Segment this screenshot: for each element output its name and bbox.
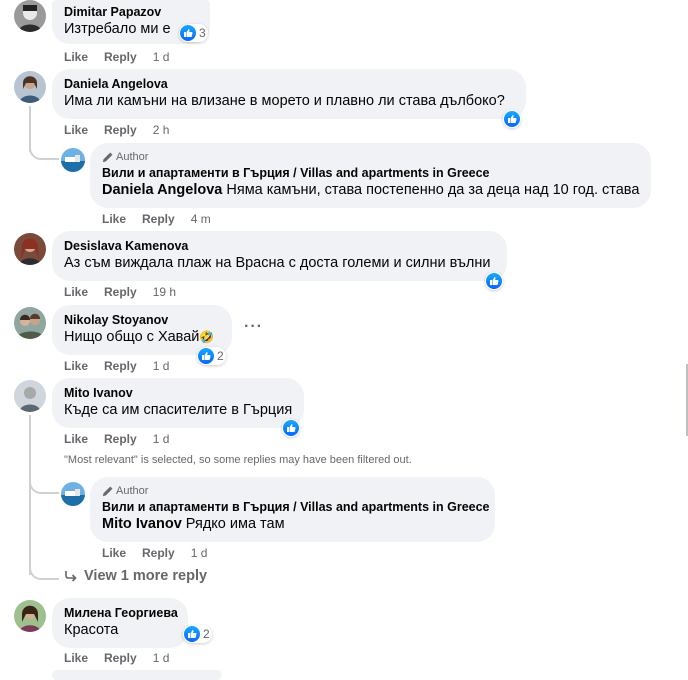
comment-text: Аз съм виждала плаж на Врасна с доста го…	[64, 255, 491, 271]
like-button[interactable]: Like	[64, 432, 88, 446]
reply-text-body: Няма камъни, става постепенно да за деца…	[226, 182, 640, 198]
author-badge-label: Author	[116, 485, 149, 497]
thread-connector	[29, 474, 59, 494]
like-button[interactable]: Like	[64, 651, 88, 665]
comment-timestamp[interactable]: 1 d	[153, 50, 170, 64]
mention-link[interactable]: Daniela Angelova	[102, 182, 222, 198]
like-icon	[184, 626, 200, 642]
comment-text: Нищо общо с Хавай🤣	[64, 328, 220, 347]
reply-timestamp[interactable]: 1 d	[191, 546, 208, 560]
reaction-badge[interactable]	[282, 419, 300, 437]
page-avatar[interactable]	[61, 482, 85, 506]
like-button[interactable]: Like	[64, 123, 88, 137]
reaction-badge[interactable]	[503, 110, 521, 128]
pencil-icon	[102, 152, 113, 162]
reply-bubble: Author Вили и апартаменти в Гърция / Vil…	[90, 143, 651, 208]
comment-text: Къде са им спасителите в Гърция	[64, 402, 293, 418]
reply-button[interactable]: Reply	[104, 285, 137, 299]
reaction-count[interactable]: 2	[183, 625, 212, 643]
comment-actions: Like Reply 2 h	[64, 123, 169, 137]
reply-author-name[interactable]: Вили и апартаменти в Гърция / Villas and…	[102, 499, 490, 515]
like-button[interactable]: Like	[64, 359, 88, 373]
reaction-count[interactable]: 2	[197, 347, 226, 365]
reply-button[interactable]: Reply	[104, 651, 137, 665]
avatar[interactable]	[14, 71, 46, 103]
comment-text: Красота	[64, 622, 119, 638]
reply-actions: Like Reply 1 d	[102, 546, 207, 560]
reply-author-name[interactable]: Вили и апартаменти в Гърция / Villas and…	[102, 165, 639, 181]
reply-bubble: Author Вили и апартаменти в Гърция / Vil…	[90, 477, 495, 542]
comment-actions: Like Reply 1 d	[64, 50, 169, 64]
reply-button[interactable]: Reply	[104, 123, 137, 137]
like-button[interactable]: Like	[64, 50, 88, 64]
reply-text: Mito Ivanov Рядко има там	[102, 515, 483, 534]
reply-text: Daniela Angelova Няма камъни, става пост…	[102, 181, 639, 200]
like-icon	[180, 25, 196, 41]
mention-link[interactable]: Mito Ivanov	[102, 516, 182, 532]
avatar[interactable]	[14, 380, 46, 412]
comment-bubble: Mito Ivanov Къде са им спасителите в Гър…	[52, 378, 304, 428]
reply-button[interactable]: Reply	[104, 50, 137, 64]
avatar[interactable]	[14, 600, 46, 632]
comment-author-name[interactable]: Nikolay Stoyanov	[64, 312, 220, 328]
thread-line	[29, 415, 31, 575]
avatar[interactable]	[14, 233, 46, 265]
author-badge: Author	[102, 484, 483, 498]
filter-notice: "Most relevant" is selected, so some rep…	[64, 454, 412, 466]
comment-actions: Like Reply 1 d	[64, 359, 169, 373]
comment-actions: Like Reply 1 d	[64, 432, 169, 446]
page-avatar[interactable]	[61, 148, 85, 172]
comment-timestamp[interactable]: 1 d	[153, 359, 170, 373]
rofl-emoji: 🤣	[199, 330, 215, 344]
comment-author-name[interactable]: Милена Георгиева	[64, 605, 178, 621]
like-button[interactable]: Like	[102, 212, 126, 226]
reply-actions: Like Reply 4 m	[102, 212, 211, 226]
comment-author-name[interactable]: Dimitar Papazov	[64, 4, 198, 20]
view-more-replies-button[interactable]: View 1 more reply	[64, 568, 207, 584]
comment-timestamp[interactable]: 1 d	[153, 651, 170, 665]
reply-button[interactable]: Reply	[104, 432, 137, 446]
author-badge-label: Author	[116, 151, 149, 163]
comment-author-name[interactable]: Mito Ivanov	[64, 385, 292, 401]
reply-button[interactable]: Reply	[104, 359, 137, 373]
comment-actions: Like Reply 1 d	[64, 651, 169, 665]
comment-text-body: Нищо общо с Хавай	[64, 329, 200, 345]
comment-timestamp[interactable]: 2 h	[153, 123, 170, 137]
reply-arrow-icon	[65, 571, 77, 582]
comment-timestamp[interactable]: 1 d	[153, 432, 170, 446]
reaction-count[interactable]: 3	[179, 24, 208, 42]
like-icon	[504, 111, 520, 127]
pencil-icon	[102, 486, 113, 496]
view-more-replies-label: View 1 more reply	[84, 568, 208, 584]
thread-connector	[29, 140, 59, 160]
comment-text: Изтребало ми е	[64, 21, 171, 37]
reaction-count-label: 3	[199, 26, 206, 40]
like-button[interactable]: Like	[64, 285, 88, 299]
reaction-count-label: 2	[217, 349, 224, 363]
reaction-count-label: 2	[203, 627, 210, 641]
author-badge: Author	[102, 150, 639, 164]
like-icon	[486, 273, 502, 289]
avatar[interactable]	[14, 307, 46, 339]
avatar[interactable]	[14, 0, 46, 32]
reply-timestamp[interactable]: 4 m	[191, 212, 211, 226]
like-icon	[198, 348, 214, 364]
thread-connector	[29, 562, 59, 580]
like-button[interactable]: Like	[102, 546, 126, 560]
like-icon	[283, 420, 299, 436]
comment-bubble: Daniela Angelova Има ли камъни на влизан…	[52, 69, 526, 119]
reply-text-body: Рядко има там	[185, 516, 285, 532]
comment-timestamp[interactable]: 19 h	[153, 285, 176, 299]
comment-bubble-partial	[52, 670, 222, 680]
more-options-icon[interactable]: ···	[244, 318, 263, 336]
comment-actions: Like Reply 19 h	[64, 285, 176, 299]
comment-author-name[interactable]: Desislava Kamenova	[64, 238, 495, 254]
comment-author-name[interactable]: Daniela Angelova	[64, 76, 514, 92]
reaction-badge[interactable]	[485, 272, 503, 290]
comment-text: Има ли камъни на влизане в морето и плав…	[64, 93, 505, 109]
reply-button[interactable]: Reply	[142, 212, 175, 226]
reply-button[interactable]: Reply	[142, 546, 175, 560]
comment-bubble: Desislava Kamenova Аз съм виждала плаж н…	[52, 231, 507, 281]
comment-bubble: Милена Георгиева Красота	[52, 598, 188, 648]
